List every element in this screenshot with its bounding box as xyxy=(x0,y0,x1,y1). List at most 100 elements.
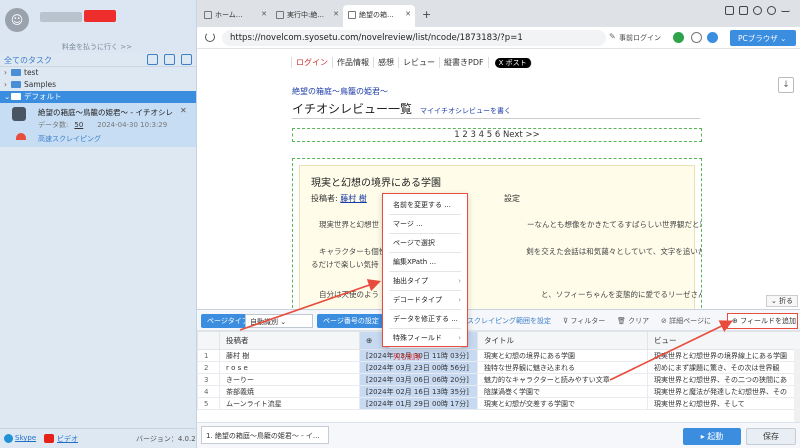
help-icon[interactable] xyxy=(767,6,776,15)
menu-item-merge[interactable]: マージ ... xyxy=(383,217,467,231)
scroll-down-icon[interactable]: ↓ xyxy=(778,77,794,93)
folder-samples[interactable]: › Samples xyxy=(0,79,196,91)
menu-divider xyxy=(389,328,461,329)
column-header-review[interactable]: ビュー xyxy=(647,331,800,350)
menu-item-select-on-page[interactable]: ページで選択 xyxy=(383,236,467,250)
cell-author[interactable]: 藤村 樹 xyxy=(219,349,360,362)
novel-title-link[interactable]: 絶望の箱庭～鳥籠の姫君～ xyxy=(292,86,388,97)
detail-page-button[interactable]: ⊘ 詳細ページに xyxy=(661,316,711,326)
nav-login[interactable]: ログイン xyxy=(291,57,333,68)
new-tab-icon[interactable]: + xyxy=(422,8,431,21)
page-number-button[interactable]: ページ番号の設定 xyxy=(317,314,385,328)
cell-review[interactable]: 現実世界と幻想世界、そして xyxy=(647,397,800,410)
task-item[interactable]: 絶望の箱庭～鳥籠の姫君～ - イチオシレ ✕ データ数: 50 2024-04-30… xyxy=(0,103,196,147)
reload-icon[interactable] xyxy=(205,32,215,42)
table-row[interactable]: 3 きーりー [2024年 03月 06日 06時 20分] 魅力的なキャラクタ… xyxy=(197,373,800,386)
gift-icon[interactable] xyxy=(739,6,748,15)
column-header-title[interactable]: タイトル xyxy=(477,331,648,350)
menu-item-extract-type[interactable]: 抽出タイプ › xyxy=(383,274,467,288)
menu-item-decode-type[interactable]: デコードタイプ › xyxy=(383,293,467,307)
search-task-icon[interactable] xyxy=(181,54,192,65)
row-number: 5 xyxy=(197,397,220,410)
my-review-link[interactable]: マイイチオシレビューを書く xyxy=(420,107,511,115)
cell-author[interactable]: 茶部義焼 xyxy=(219,385,360,398)
folder-test[interactable]: › test xyxy=(0,67,196,79)
cell-review[interactable]: 現実世界と魔法が発達した幻想世界、その xyxy=(647,385,800,398)
close-icon[interactable]: ✕ xyxy=(405,10,411,18)
nav-work-info[interactable]: 作品情報 xyxy=(333,57,374,68)
user-avatar[interactable]: ☺ xyxy=(5,8,29,32)
home-icon xyxy=(204,11,212,19)
menu-item-special-field[interactable]: 特殊フィールド › xyxy=(383,331,467,345)
version-label: バージョン：4.0.2 xyxy=(136,435,196,443)
close-icon[interactable]: ✕ xyxy=(261,10,267,18)
url-input[interactable]: https://novelcom.syosetu.com/novelreview… xyxy=(222,30,606,46)
cell-date[interactable]: [2024年 03月 06日 06時 20分] xyxy=(359,373,478,386)
cell-title[interactable]: 独特な世界観に魅き込まれる xyxy=(477,361,648,374)
layout-icon[interactable] xyxy=(725,6,734,15)
video-link[interactable]: ビデオ xyxy=(57,434,78,444)
cell-title[interactable]: 現実と幻想が交差する学園で xyxy=(477,397,648,410)
green-status-icon[interactable] xyxy=(673,32,684,43)
column-header-author[interactable]: 投稿者 xyxy=(219,331,360,350)
nav-impressions[interactable]: 感想 xyxy=(374,57,399,68)
cell-date[interactable]: [2024年 01月 29日 00時 17分] xyxy=(359,397,478,410)
cell-title[interactable]: 現実と幻想の境界にある学園 xyxy=(477,349,648,362)
edit-icon[interactable]: ✎ xyxy=(609,32,616,41)
start-button[interactable]: ▸ 起動 xyxy=(683,428,741,445)
menu-item-edit-xpath[interactable]: 編集XPath ... xyxy=(383,255,467,269)
close-icon[interactable]: ✕ xyxy=(180,106,187,115)
pc-browser-button[interactable]: PCブラウザ ⌄ xyxy=(730,30,796,46)
minimize-icon[interactable] xyxy=(781,6,790,12)
nav-reviews[interactable]: レビュー xyxy=(399,57,440,68)
data-count[interactable]: 50 xyxy=(74,121,83,129)
nav-vertical-pdf[interactable]: 縦書きPDF xyxy=(440,57,489,68)
review-text-4: 自分は天使のよう と、ソフィーちゃんを変態的に愛でるリーゼさんがお気に入りで xyxy=(311,289,701,300)
tab-running[interactable]: 実行中:絶... ✕ xyxy=(271,5,343,27)
settings-icon[interactable] xyxy=(753,6,762,15)
table-row[interactable]: 1 藤村 樹 [2024年 03月 30日 11時 03分] 現実と幻想の境界に… xyxy=(197,349,800,362)
add-field-button[interactable]: ⊕ フィールドを追加 xyxy=(727,313,798,329)
table-scrollbar[interactable] xyxy=(794,349,800,423)
scraping-range-link[interactable]: スクレイピング範囲を設定 xyxy=(467,316,551,326)
info-icon[interactable] xyxy=(691,32,702,43)
setting-link[interactable]: 設定 xyxy=(504,193,520,204)
table-row[interactable]: 2 r o s e [2024年 03月 23日 00時 56分] 独特な世界観… xyxy=(197,361,800,374)
close-icon[interactable]: ✕ xyxy=(333,10,339,18)
filter-button[interactable]: ⊽ フィルター xyxy=(563,316,605,326)
run-task-tab[interactable]: 1. 絶望の箱庭～鳥籠の姫君～ - イ... xyxy=(201,426,329,444)
cell-author[interactable]: きーりー xyxy=(219,373,360,386)
fold-button[interactable]: ⌄ 折る xyxy=(766,295,798,307)
skype-link[interactable]: Skype xyxy=(15,434,36,442)
cell-review[interactable]: 現実世界と幻想世界の境界線上にある学園 xyxy=(647,349,800,362)
pager[interactable]: 1 2 3 4 5 6 Next >> xyxy=(292,128,702,142)
auto-detect-select[interactable]: 自動識別 ⌄ xyxy=(245,314,313,328)
menu-item-fix-data[interactable]: データを修正する ... xyxy=(383,312,467,326)
cell-author[interactable]: r o s e xyxy=(219,361,360,374)
cell-date[interactable]: [2024年 02月 16日 13時 35分] xyxy=(359,385,478,398)
cell-review[interactable]: 初めにまず課題に驚き、その次は世界観 xyxy=(647,361,800,374)
cell-title[interactable]: 陰謀渦巻く学園で xyxy=(477,385,648,398)
cell-author[interactable]: ムーンライト流星 xyxy=(219,397,360,410)
save-button[interactable]: 保存 xyxy=(746,428,796,445)
new-task-icon[interactable] xyxy=(147,54,158,65)
x-post-button[interactable]: X ポスト xyxy=(494,58,532,68)
menu-item-delete-column[interactable]: 列を削除 xyxy=(383,350,467,364)
tab-home[interactable]: ホーム... ✕ xyxy=(199,5,271,27)
cell-review[interactable]: 現実世界と幻想世界、その二つの狭間にあ xyxy=(647,373,800,386)
folder-icon xyxy=(11,69,21,76)
author-link[interactable]: 藤村 樹 xyxy=(340,194,367,203)
upgrade-link[interactable]: 料金を払うに行く >> xyxy=(62,42,132,52)
tab-current[interactable]: 絶望の箱... ✕ xyxy=(343,5,415,27)
table-row[interactable]: 5 ムーンライト流星 [2024年 01月 29日 00時 17分] 現実と幻想… xyxy=(197,397,800,410)
menu-item-rename[interactable]: 名前を変更する ... xyxy=(383,198,467,212)
clear-button[interactable]: 🗑 クリア xyxy=(617,316,649,326)
chevron-right-icon: › xyxy=(4,68,7,77)
cell-title[interactable]: 魅力的なキャラクターと読みやすい文章 xyxy=(477,373,648,386)
location-icon[interactable] xyxy=(707,32,718,43)
tab-label: 実行中:絶... xyxy=(287,11,325,19)
new-folder-icon[interactable] xyxy=(164,54,175,65)
table-row[interactable]: 4 茶部義焼 [2024年 02月 16日 13時 35分] 陰謀渦巻く学園で … xyxy=(197,385,800,398)
prelogin-button[interactable]: 事前ログイン xyxy=(619,33,661,43)
folder-default[interactable]: ⌄ デフォルト xyxy=(0,91,196,103)
